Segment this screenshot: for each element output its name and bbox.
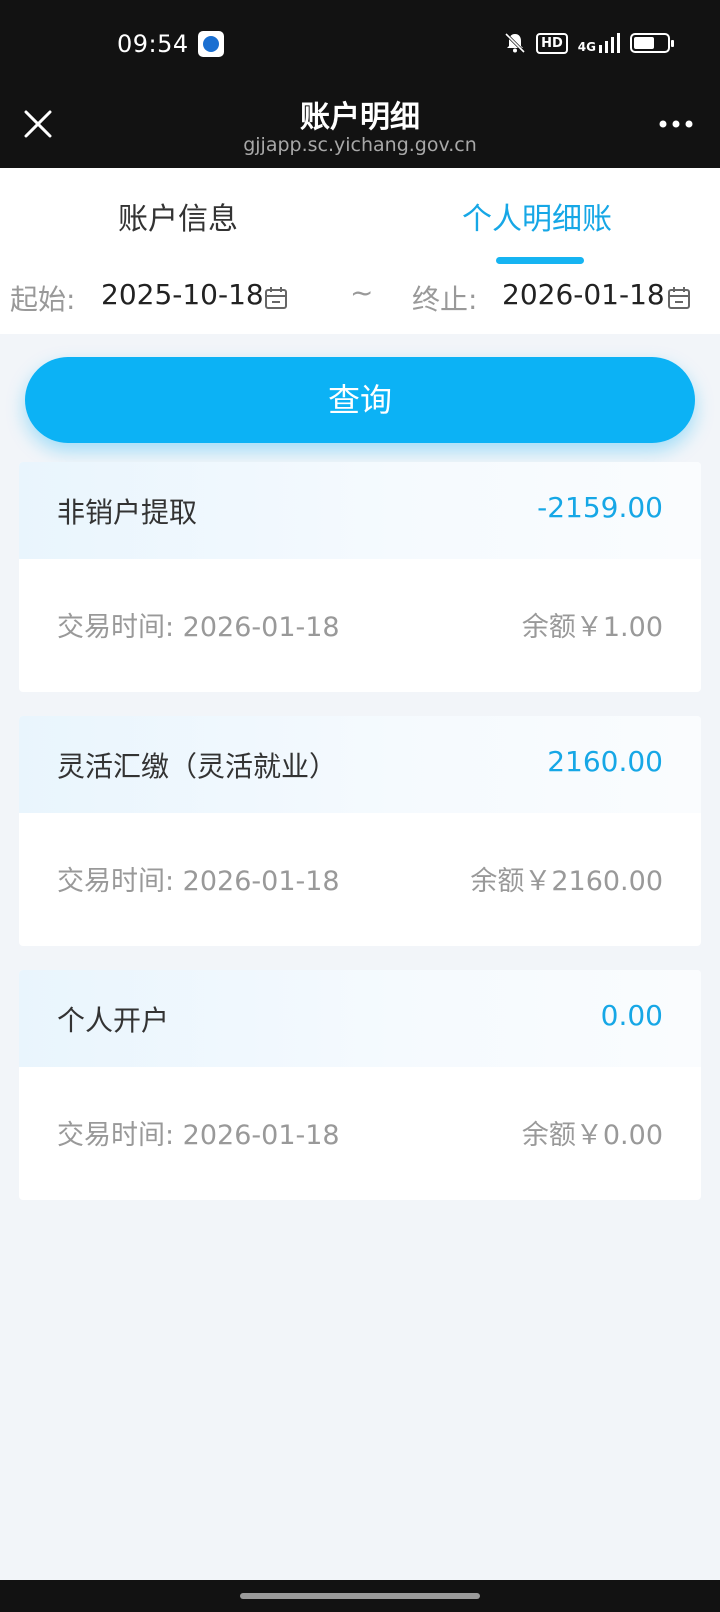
title-bar: 账户明细 gjjapp.sc.yichang.gov.cn [0,88,720,168]
transaction-type: 个人开户 [57,1004,170,1037]
transaction-balance: 余额￥2160.00 [470,866,663,897]
transaction-date: 交易时间: 2026-01-18 [57,866,340,897]
transaction-balance: 余额￥0.00 [521,1120,663,1151]
tab-bar: 账户信息 个人明细账 [0,168,720,264]
page-url: gjjapp.sc.yichang.gov.cn [243,134,477,156]
battery-icon [630,33,674,53]
signal-bars-icon [599,33,620,53]
transaction-amount: 0.00 [600,999,663,1032]
query-button[interactable]: 查询 [25,357,695,443]
date-range-filter: 起始: 2025-10-18 ~ 终止: 2026-01-18 [0,264,720,334]
date-separator: ~ [350,276,374,309]
network-type-label: 4G [577,40,596,54]
signal-icon: 4G [578,33,620,53]
tab-personal-ledger[interactable]: 个人明细账 [462,194,612,238]
transaction-type: 灵活汇缴（灵活就业） [57,750,338,783]
status-time: 09:54 [117,30,189,58]
transaction-card[interactable]: 个人开户 0.00 交易时间: 2026-01-18 余额￥0.00 [19,970,701,1200]
start-calendar-icon[interactable] [264,286,288,310]
transaction-type: 非销户提取 [57,496,198,529]
start-date-field[interactable]: 2025-10-18 [101,278,264,311]
end-date-field[interactable]: 2026-01-18 [502,278,665,311]
transaction-balance: 余额￥1.00 [521,612,663,643]
home-gesture-handle[interactable] [240,1593,480,1599]
end-calendar-icon[interactable] [667,286,691,310]
navigation-bar [0,1580,720,1612]
active-tab-indicator [496,257,584,264]
status-bar: 09:54 HD 4G [0,0,720,88]
more-options-icon[interactable] [658,118,694,130]
transaction-card[interactable]: 非销户提取 -2159.00 交易时间: 2026-01-18 余额￥1.00 [19,462,701,692]
hd-icon: HD [536,32,568,54]
mute-bell-icon [505,32,526,54]
tab-account-info[interactable]: 账户信息 [118,194,238,238]
end-date-label: 终止: [412,283,478,316]
transaction-date: 交易时间: 2026-01-18 [57,1120,340,1151]
transaction-amount: -2159.00 [537,491,663,524]
app-notification-icon [198,31,224,57]
transaction-date: 交易时间: 2026-01-18 [57,612,340,643]
page-title: 账户明细 [300,100,420,135]
transaction-card[interactable]: 灵活汇缴（灵活就业） 2160.00 交易时间: 2026-01-18 余额￥2… [19,716,701,946]
transaction-amount: 2160.00 [547,745,663,778]
start-date-label: 起始: [10,283,76,316]
status-icons: HD 4G [504,32,674,54]
